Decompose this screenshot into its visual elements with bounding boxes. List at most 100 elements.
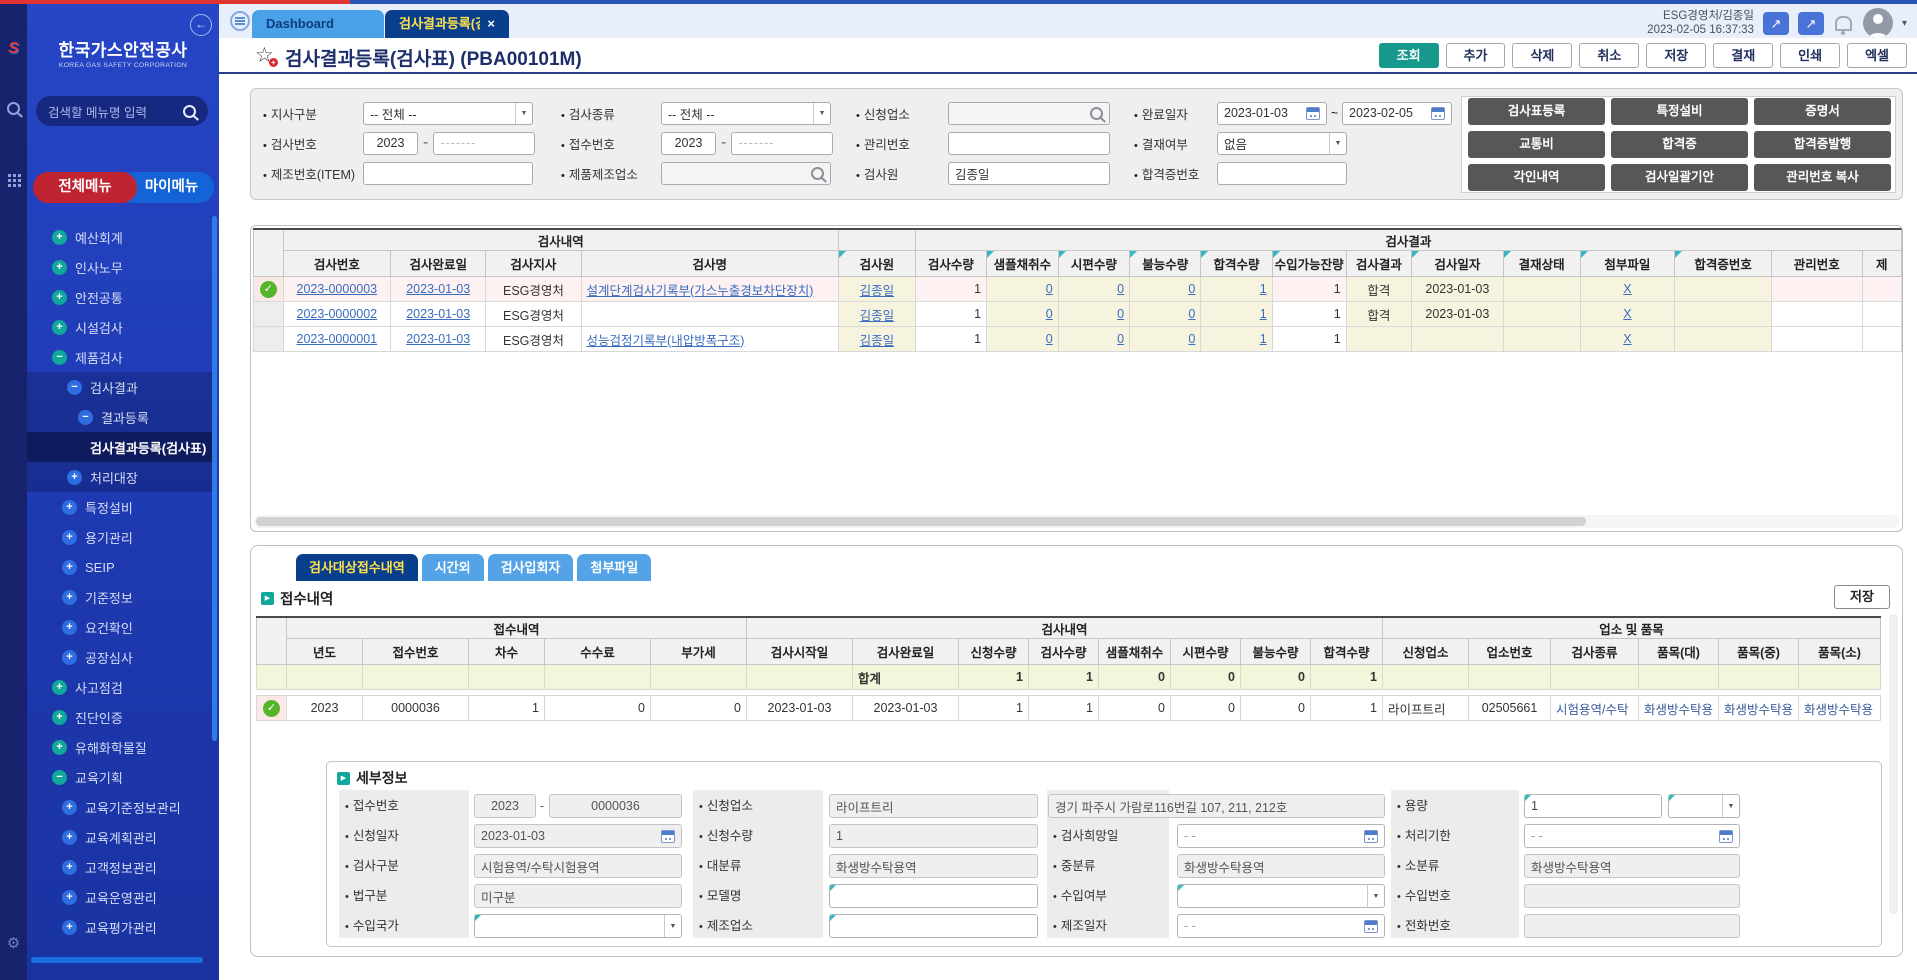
sidebar-item-7-active[interactable]: 검사결과등록(검사표) xyxy=(27,432,213,462)
sidebar-collapse-button[interactable] xyxy=(190,14,212,36)
plus-circle-icon[interactable] xyxy=(52,710,67,725)
complete-from-input[interactable]: 2023-01-03 xyxy=(1217,102,1327,125)
complete-to-input[interactable]: 2023-02-05 xyxy=(1342,102,1452,125)
specimen-link[interactable]: 0 xyxy=(1117,332,1124,346)
approval-select[interactable]: 없음 xyxy=(1217,132,1347,155)
sidebar-item-3[interactable]: 시설검사 xyxy=(27,312,213,342)
capacity-unit-select[interactable] xyxy=(1668,794,1740,818)
calendar-icon[interactable] xyxy=(1306,107,1320,120)
minus-circle-icon[interactable] xyxy=(52,770,67,785)
menu-search-input[interactable]: 검색할 메뉴명 입력 xyxy=(36,96,208,126)
row-selector[interactable] xyxy=(254,327,284,352)
insp-name-link[interactable]: 설계단계검사기록부(가스누출경보차단장치) xyxy=(587,284,814,298)
minus-circle-icon[interactable] xyxy=(52,350,67,365)
pass-link[interactable]: 1 xyxy=(1260,332,1267,346)
table-row[interactable]: 2023 0000036 1 0 0 2023-01-03 2023-01-03… xyxy=(257,696,1881,721)
fail-link[interactable]: 0 xyxy=(1188,282,1195,296)
receipt-no-year-input[interactable]: 2023 xyxy=(661,132,716,155)
engraving-button[interactable]: 각인내역 xyxy=(1468,164,1605,191)
plus-circle-icon[interactable] xyxy=(52,230,67,245)
special-equipment-button[interactable]: 특정설비 xyxy=(1611,98,1748,125)
plus-circle-icon[interactable] xyxy=(62,530,77,545)
row-selector[interactable] xyxy=(257,696,287,721)
pass-no-input[interactable] xyxy=(1217,162,1347,185)
sidebar-item-20[interactable]: 교육계획관리 xyxy=(27,822,213,852)
sidebar-item-2[interactable]: 안전공통 xyxy=(27,282,213,312)
open-window-icon[interactable] xyxy=(1798,12,1824,35)
pass-link[interactable]: 1 xyxy=(1260,307,1267,321)
plus-circle-icon[interactable] xyxy=(52,740,67,755)
chevron-down-icon[interactable] xyxy=(813,103,830,124)
insp-sheet-reg-button[interactable]: 검사표등록 xyxy=(1468,98,1605,125)
sidebar-item-5[interactable]: 검사결과 xyxy=(27,372,213,402)
tab-current-page[interactable]: 검사결과등록(검사 × xyxy=(385,10,509,38)
minus-circle-icon[interactable] xyxy=(67,380,82,395)
plus-circle-icon[interactable] xyxy=(67,470,82,485)
item-no-input[interactable] xyxy=(363,162,533,185)
search-icon[interactable] xyxy=(183,105,196,118)
receipt-save-button[interactable]: 저장 xyxy=(1834,585,1890,609)
calendar-icon[interactable] xyxy=(1364,920,1378,933)
tab-dashboard[interactable]: Dashboard xyxy=(252,10,384,38)
insp-no-link[interactable]: 2023-0000001 xyxy=(297,332,378,346)
sidebar-item-15[interactable]: 사고점검 xyxy=(27,672,213,702)
sidebar-item-0[interactable]: 예산회계 xyxy=(27,222,213,252)
sidebar-item-6[interactable]: 결과등록 xyxy=(27,402,213,432)
tab-overtime[interactable]: 시간외 xyxy=(422,554,484,581)
chevron-down-icon[interactable] xyxy=(1902,18,1907,29)
plus-circle-icon[interactable] xyxy=(62,620,77,635)
plus-circle-icon[interactable] xyxy=(62,920,77,935)
attachment-link[interactable]: X xyxy=(1623,332,1631,346)
sidebar-item-22[interactable]: 교육운영관리 xyxy=(27,882,213,912)
search-icon[interactable] xyxy=(811,167,824,180)
insp-no-link[interactable]: 2023-0000002 xyxy=(297,307,378,321)
insp-type-select[interactable]: -- 전체 -- xyxy=(661,102,831,125)
chevron-down-icon[interactable] xyxy=(515,103,532,124)
hope-date-input[interactable]: - - xyxy=(1177,824,1385,848)
tab-witness[interactable]: 검사입회자 xyxy=(488,554,574,581)
external-link-icon[interactable] xyxy=(1763,12,1789,35)
sidebar-item-23[interactable]: 교육평가관리 xyxy=(27,912,213,942)
attachment-link[interactable]: X xyxy=(1623,307,1631,321)
print-button[interactable]: 인쇄 xyxy=(1780,43,1840,68)
plus-circle-icon[interactable] xyxy=(52,680,67,695)
sidebar-item-14[interactable]: 공장심사 xyxy=(27,642,213,672)
attachment-link[interactable]: X xyxy=(1623,282,1631,296)
excel-button[interactable]: 엑셀 xyxy=(1847,43,1907,68)
approve-button[interactable]: 결재 xyxy=(1713,43,1773,68)
tab-all-menu[interactable]: 전체메뉴 xyxy=(33,172,137,203)
inspector-link[interactable]: 김종일 xyxy=(860,284,895,298)
add-button[interactable]: 추가 xyxy=(1446,43,1506,68)
complete-date-link[interactable]: 2023-01-03 xyxy=(406,282,470,296)
complete-date-link[interactable]: 2023-01-03 xyxy=(406,307,470,321)
inspector-link[interactable]: 김종일 xyxy=(860,309,895,323)
apps-grid-icon[interactable] xyxy=(8,174,11,177)
chevron-down-icon[interactable] xyxy=(664,915,681,937)
sidebar-item-12[interactable]: 기준정보 xyxy=(27,582,213,612)
plus-circle-icon[interactable] xyxy=(62,560,77,575)
sidebar-item-18[interactable]: 교육기획 xyxy=(27,762,213,792)
close-icon[interactable]: × xyxy=(487,10,495,38)
delete-button[interactable]: 삭제 xyxy=(1512,43,1572,68)
pass-cert-button[interactable]: 합격증 xyxy=(1611,131,1748,158)
table-row[interactable]: 2023-0000001 2023-01-03 ESG경영처 성능검정기록부(내… xyxy=(254,327,1902,352)
sidebar-item-19[interactable]: 교육기준정보관리 xyxy=(27,792,213,822)
plus-circle-icon[interactable] xyxy=(62,500,77,515)
table-row[interactable]: 2023-0000003 2023-01-03 ESG경영처 설계단계검사기록부… xyxy=(254,277,1902,302)
hamburger-menu-icon[interactable] xyxy=(230,11,250,31)
avatar[interactable] xyxy=(1863,8,1893,38)
pass-cert-issue-button[interactable]: 합격증발행 xyxy=(1754,131,1891,158)
transport-fee-button[interactable]: 교통비 xyxy=(1468,131,1605,158)
insp-no-year-input[interactable]: 2023 xyxy=(363,132,418,155)
plus-circle-icon[interactable] xyxy=(62,800,77,815)
sidebar-item-16[interactable]: 진단인증 xyxy=(27,702,213,732)
sidebar-item-17[interactable]: 유해화학물질 xyxy=(27,732,213,762)
certificate-button[interactable]: 증명서 xyxy=(1754,98,1891,125)
deadline-input[interactable]: - - xyxy=(1524,824,1740,848)
plus-circle-icon[interactable] xyxy=(52,320,67,335)
sample-link[interactable]: 0 xyxy=(1046,332,1053,346)
favorite-star-icon[interactable] xyxy=(255,43,274,68)
import-country-select[interactable] xyxy=(474,914,682,938)
sidebar-vertical-scrollbar[interactable] xyxy=(212,216,217,741)
calendar-icon[interactable] xyxy=(1719,830,1733,843)
